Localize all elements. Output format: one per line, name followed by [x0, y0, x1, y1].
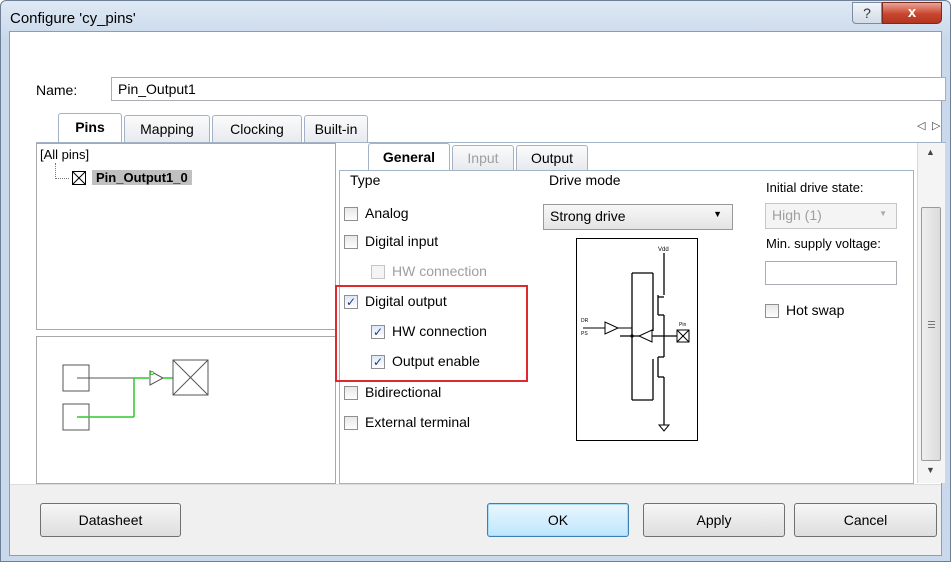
min-supply-voltage-input[interactable] [765, 261, 897, 285]
scroll-up-icon[interactable]: ▲ [926, 147, 935, 157]
initial-drive-state-value: High (1) [772, 207, 822, 223]
tab-output[interactable]: Output [516, 145, 588, 171]
pin-tree-item[interactable]: Pin_Output1_0 [92, 170, 192, 185]
datasheet-button[interactable]: Datasheet [40, 503, 181, 537]
name-input[interactable]: Pin_Output1 [111, 77, 946, 101]
tab-scroll-right-icon[interactable]: ▷ [932, 119, 940, 132]
hot-swap-checkbox[interactable] [765, 304, 779, 319]
tree-connector [55, 163, 69, 179]
name-label: Name: [36, 82, 78, 98]
pin-schematic [36, 336, 336, 484]
bidirectional-label: Bidirectional [365, 384, 442, 400]
drive-mode-diagram: Vdd DR PS Pin [576, 238, 698, 441]
initial-drive-state-label: Initial drive state: [766, 180, 864, 195]
pin-label: Pin [679, 322, 686, 328]
window-title: Configure 'cy_pins' [10, 10, 136, 27]
drive-mode-select[interactable]: Strong drive ▼ [543, 204, 733, 230]
bidirectional-option[interactable]: Bidirectional [344, 384, 442, 401]
external-terminal-label: External terminal [365, 414, 471, 430]
pin-cross-icon [72, 171, 86, 185]
hot-swap-label: Hot swap [786, 302, 845, 318]
drive-mode-circuit: Vdd DR PS Pin [581, 247, 690, 432]
tab-clocking[interactable]: Clocking [212, 115, 302, 143]
drive-mode-value: Strong drive [550, 208, 626, 224]
digital-input-hw-checkbox[interactable] [371, 265, 385, 280]
tab-pins[interactable]: Pins [58, 113, 122, 143]
min-supply-voltage-label: Min. supply voltage: [766, 236, 881, 251]
digital-input-checkbox[interactable] [344, 235, 358, 250]
analog-checkbox[interactable] [344, 207, 358, 222]
bidirectional-checkbox[interactable] [344, 386, 358, 401]
type-group-title: Type [350, 172, 381, 188]
analog-label: Analog [365, 205, 409, 221]
external-terminal-option[interactable]: External terminal [344, 414, 471, 431]
digital-input-hw-option[interactable]: HW connection [371, 263, 487, 280]
analog-option[interactable]: Analog [344, 205, 409, 222]
ok-button[interactable]: OK [487, 503, 629, 537]
external-terminal-checkbox[interactable] [344, 416, 358, 431]
pin-schematic-svg [62, 359, 209, 431]
chevron-down-icon: ▼ [713, 209, 722, 219]
pin-tree-root[interactable]: [All pins] [40, 147, 89, 162]
initial-drive-state-select[interactable]: High (1) ▼ [765, 203, 897, 229]
tab-general[interactable]: General [368, 143, 450, 171]
tab-mapping[interactable]: Mapping [124, 115, 210, 143]
vdd-label: Vdd [658, 247, 669, 253]
highlight-box [335, 285, 528, 382]
digital-input-option[interactable]: Digital input [344, 233, 439, 250]
close-button[interactable]: x [882, 2, 942, 24]
tab-scroll-left-icon[interactable]: ◁ [917, 119, 925, 132]
vertical-scrollbar[interactable]: ▲ ▼ [917, 143, 945, 483]
cancel-button[interactable]: Cancel [794, 503, 937, 537]
dr-label: DR [581, 318, 589, 324]
scrollbar-thumb[interactable] [921, 207, 941, 461]
digital-input-hw-label: HW connection [392, 263, 487, 279]
ps-label: PS [581, 331, 588, 337]
help-button[interactable]: ? [852, 2, 882, 24]
tab-built-in[interactable]: Built-in [304, 115, 368, 143]
tab-input[interactable]: Input [452, 145, 514, 171]
drive-mode-label: Drive mode [549, 172, 621, 188]
digital-input-label: Digital input [365, 233, 439, 249]
apply-button[interactable]: Apply [643, 503, 785, 537]
scroll-down-icon[interactable]: ▼ [926, 465, 935, 475]
chevron-down-icon: ▼ [879, 209, 887, 218]
hot-swap-option[interactable]: Hot swap [765, 302, 845, 319]
